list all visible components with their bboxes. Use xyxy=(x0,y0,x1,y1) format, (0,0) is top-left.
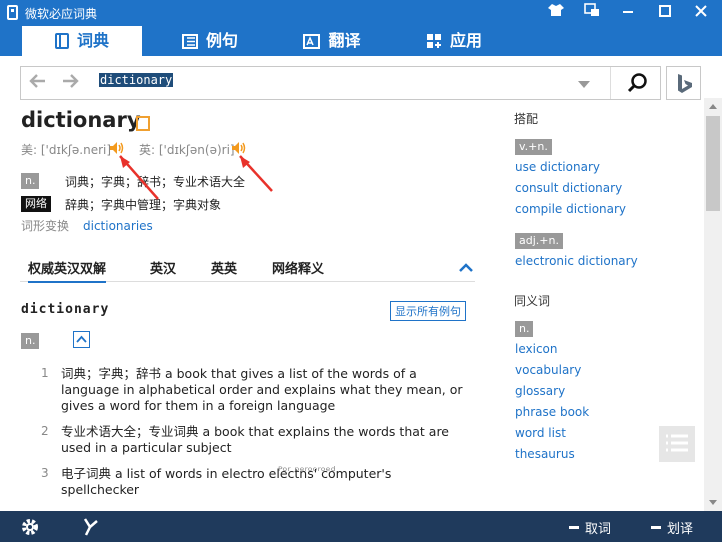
maximize-button[interactable] xyxy=(654,3,676,23)
tab-english-chinese[interactable]: 英汉 xyxy=(150,258,176,277)
minimize-button[interactable] xyxy=(617,3,639,23)
adjn-tag: adj.+n. xyxy=(515,233,563,249)
bing-logo-icon xyxy=(678,74,692,93)
synonym-link[interactable]: thesaurus xyxy=(515,447,575,461)
apps-icon xyxy=(426,34,441,48)
inflection-label: 词形变换 xyxy=(21,219,70,233)
synonym-title: 同义词 xyxy=(514,294,551,308)
settings-gear-icon[interactable] xyxy=(20,517,40,541)
select-translate-label: 划译 xyxy=(667,522,694,537)
synonym-link[interactable]: word list xyxy=(515,426,566,440)
sense-text: 电子词典 a list of words in electro electns'… xyxy=(61,466,392,497)
content-area: dictionary 美: ['dɪkʃə.neri] 英: ['dɪkʃən(… xyxy=(0,104,704,511)
vertical-scrollbar[interactable] xyxy=(704,98,722,511)
sidebar: 搭配 v.+n. use dictionary consult dictiona… xyxy=(508,104,704,511)
scroll-down-icon[interactable] xyxy=(708,499,718,507)
sense-text: 专业术语大全；专业词典 a book that explains the wor… xyxy=(61,424,449,455)
app-logo-icon xyxy=(7,5,18,20)
mini-mode-icon[interactable] xyxy=(581,3,603,23)
inflection-row: 词形变换 dictionaries xyxy=(21,217,153,234)
annotation-arrows xyxy=(119,155,273,200)
synonym-link[interactable]: phrase book xyxy=(515,405,589,419)
tab-translate-label: 翻译 xyxy=(328,31,361,50)
book-icon xyxy=(54,33,69,49)
synonym-pos-tag: n. xyxy=(515,321,534,337)
search-icon xyxy=(627,73,647,93)
tab-apps[interactable]: 应用 xyxy=(404,26,504,56)
vn-tag: v.+n. xyxy=(515,139,552,155)
synonym-link[interactable]: lexicon xyxy=(515,342,558,356)
pick-word-toggle[interactable]: 取词 xyxy=(569,518,611,537)
app-title: 微软必应词典 xyxy=(25,7,98,21)
definition-word: dictionary xyxy=(21,302,110,317)
forward-arrow-icon[interactable] xyxy=(61,72,79,95)
tab-sentences[interactable]: 例句 xyxy=(160,26,260,56)
select-translate-toggle[interactable]: 划译 xyxy=(651,518,693,537)
pick-word-label: 取词 xyxy=(585,522,612,537)
sentence-icon xyxy=(181,34,198,49)
synonym-link[interactable]: glossary xyxy=(515,384,565,398)
tab-sentences-label: 例句 xyxy=(205,31,238,50)
collapse-up-icon[interactable] xyxy=(459,262,473,277)
search-bar: dictionary xyxy=(20,66,661,100)
history-dropdown-icon[interactable] xyxy=(578,81,590,88)
sense-text: 词典；字典；辞书 a book that gives a list of the… xyxy=(61,366,463,413)
tab-dictionary[interactable]: 词典 xyxy=(22,26,142,56)
collocation-title: 搭配 xyxy=(514,112,539,126)
sense-number: 1 xyxy=(41,366,49,380)
list-view-icon[interactable] xyxy=(659,426,695,462)
tab-web-definitions[interactable]: 网络释义 xyxy=(272,258,324,277)
inflection-link[interactable]: dictionaries xyxy=(83,219,153,233)
collocation-link[interactable]: use dictionary xyxy=(515,160,600,174)
search-input-value: dictionary xyxy=(99,73,174,87)
synonym-link[interactable]: vocabulary xyxy=(515,363,581,377)
title-bar: 微软必应词典 xyxy=(0,0,722,26)
pin-icon[interactable] xyxy=(82,517,100,541)
back-arrow-icon[interactable] xyxy=(29,72,47,95)
show-all-examples-button[interactable]: 显示所有例句 xyxy=(390,301,466,321)
tab-dictionary-label: 词典 xyxy=(76,31,109,50)
bottom-bar: 取词 划译 xyxy=(0,511,722,542)
main-tab-bar: 词典 例句 翻译 应用 xyxy=(0,26,722,56)
search-button[interactable] xyxy=(610,67,661,99)
skin-icon[interactable] xyxy=(545,3,567,23)
tab-apps-label: 应用 xyxy=(449,31,482,50)
sense-number: 2 xyxy=(41,424,49,438)
search-input[interactable]: dictionary xyxy=(99,73,579,93)
sense-number: 3 xyxy=(41,466,49,480)
sense-overlap-text: ᴾᵒʳ ᵖᵉʳᵒᵒʳᵒᵉᵈ xyxy=(278,464,336,478)
collocation-link[interactable]: consult dictionary xyxy=(515,181,622,195)
collocation-link[interactable]: compile dictionary xyxy=(515,202,626,216)
definition-pos-badge: n. xyxy=(21,333,40,349)
translate-icon xyxy=(303,34,321,49)
toggle-off-icon xyxy=(569,526,579,529)
tab-authoritative[interactable]: 权威英汉双解 xyxy=(28,258,107,283)
definition-collapse-icon[interactable] xyxy=(73,331,90,348)
definition-pos: n. xyxy=(21,333,40,349)
tab-english-english[interactable]: 英英 xyxy=(211,258,237,277)
close-button[interactable] xyxy=(690,3,712,23)
tab-translate[interactable]: 翻译 xyxy=(282,26,382,56)
scroll-up-icon[interactable] xyxy=(708,102,718,110)
collocation-link[interactable]: electronic dictionary xyxy=(515,254,638,268)
bing-button[interactable] xyxy=(666,66,701,100)
toggle-off-icon xyxy=(651,526,661,529)
definition-tabs: 权威英汉双解 英汉 英英 网络释义 xyxy=(20,252,475,283)
scrollbar-thumb[interactable] xyxy=(706,116,720,211)
app-window: 微软必应词典 词典 例句 翻译 应用 dictionary dictionary… xyxy=(0,0,722,542)
